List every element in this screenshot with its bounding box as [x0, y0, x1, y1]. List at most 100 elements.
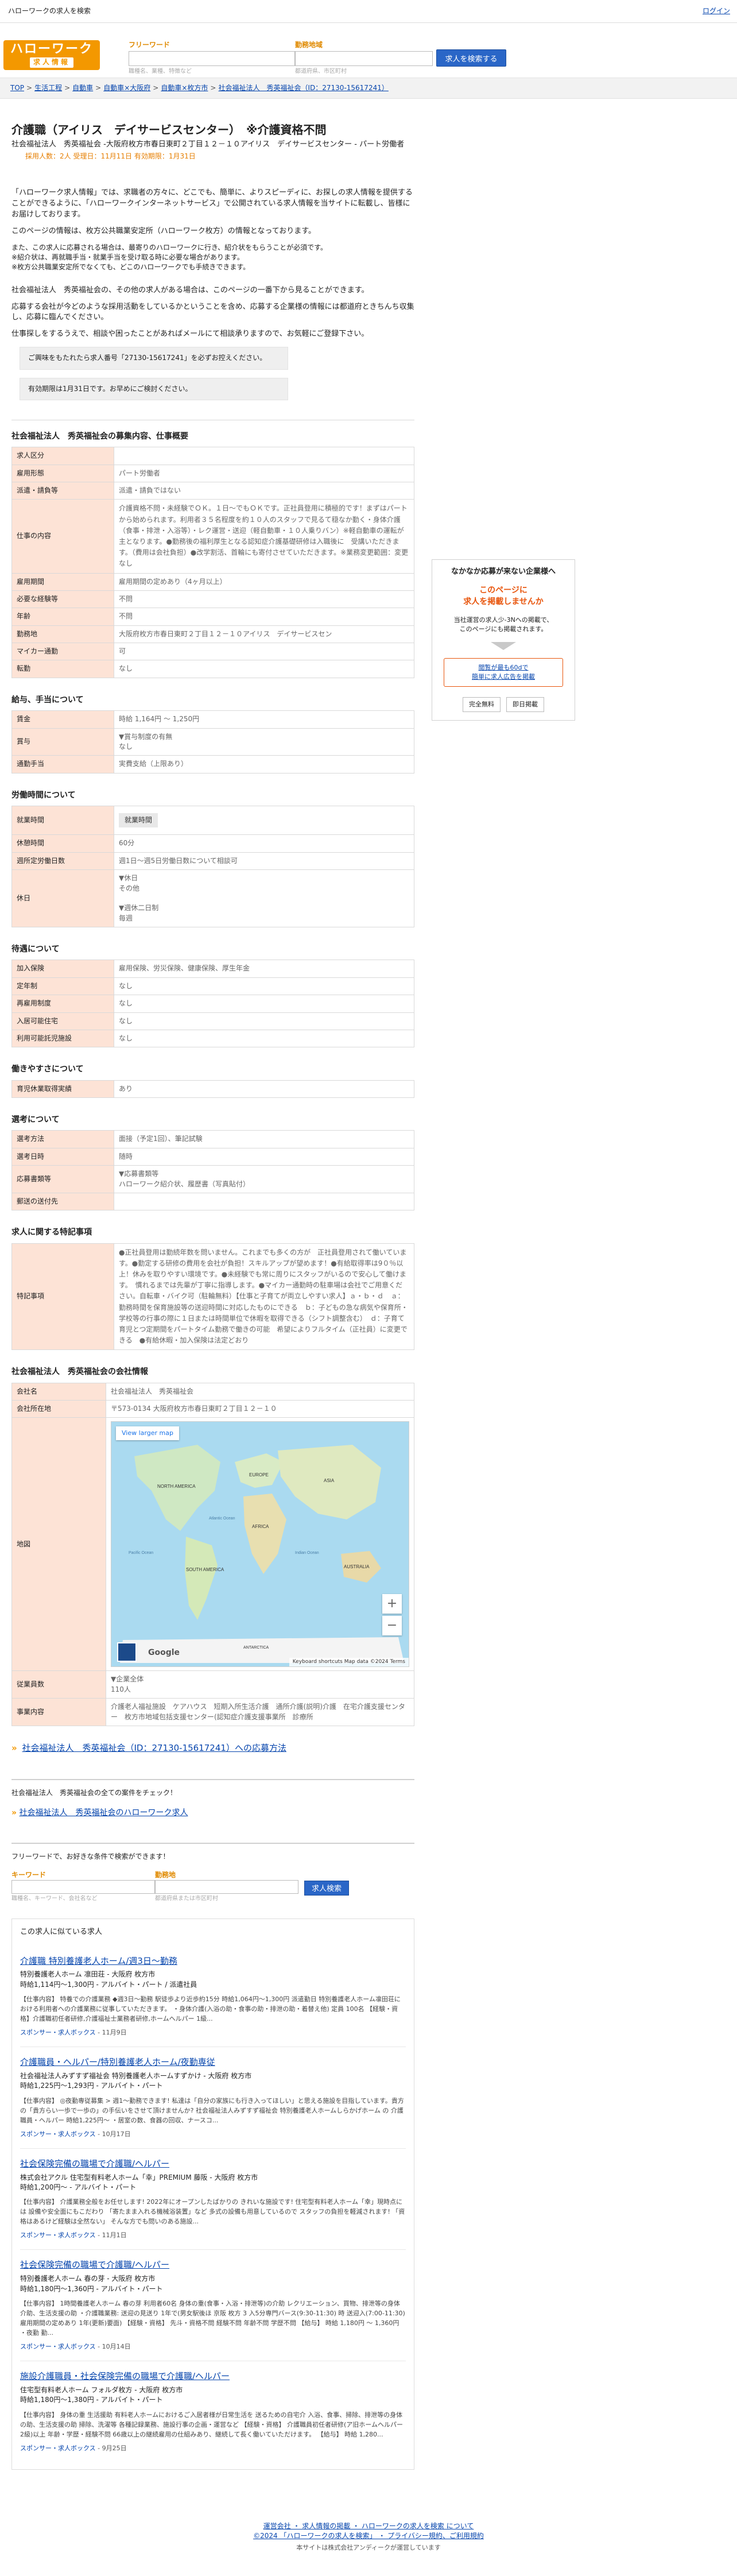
notice-block: 「ハローワーク求人情報」では、求職者の方々に、どこでも、簡単に、よりスピーディに…: [11, 188, 414, 400]
footer-copy[interactable]: ©2024 「ハローワークの求人を検索」 ・ プライバシー規約、ご利用規約: [253, 2532, 484, 2540]
company-map[interactable]: NORTH AMERICA EUROPE ASIA AFRICA SOUTH A…: [111, 1421, 409, 1668]
advertise-text: 当社運営の求人少-3Nへの掲載で、 このページにも掲載されます。: [453, 616, 553, 633]
footer-links[interactable]: 運営会社 ・ 求人情報の掲載 ・ ハローワークの求人を検索 について: [263, 2522, 474, 2530]
keyword-hint: 職種名、業種、特徴など: [129, 68, 192, 75]
sponsor-link[interactable]: 求人ボックス: [58, 2445, 96, 2452]
keyword-input[interactable]: [129, 51, 295, 67]
row-value: 就業時間: [114, 806, 414, 836]
similar-job-sponsor: スポンサー・求人ボックス - 10月17日: [20, 2130, 131, 2138]
row-value: ▼応募書類等 ハローワーク紹介状、履歴書（写真貼付）: [114, 1165, 414, 1193]
bottom-area-input[interactable]: [155, 1880, 298, 1894]
notice-p1: 「ハローワーク求人情報」では、求職者の方々に、どこでも、簡単に、よりスピーディに…: [11, 188, 413, 219]
svg-text:Atlantic Ocean: Atlantic Ocean: [209, 1517, 235, 1521]
row-value: なし: [114, 1012, 414, 1031]
sponsor-link[interactable]: 求人ボックス: [58, 2343, 96, 2350]
table-row: 応募書類等 ▼応募書類等 ハローワーク紹介状、履歴書（写真貼付）: [11, 1165, 414, 1193]
breadcrumb-item[interactable]: 社会福祉法人 秀英福祉会（ID：27130-15617241）: [218, 83, 388, 93]
breadcrumb-item[interactable]: TOP: [10, 83, 24, 93]
header-search-button[interactable]: 求人を検索する: [436, 49, 506, 67]
table-row: 仕事の内容 介護資格不問・未経験でＯＫ。１日～でもＯＫです。正社員登用に積極的です…: [11, 499, 414, 574]
keyword-label: フリーワード: [129, 41, 170, 49]
hire-count: 採用人数：2人: [25, 152, 71, 160]
sidebar: なかなか応募が来ない企業様へ このページに 求人を掲載しませんか 当社運営の求人…: [432, 559, 575, 2470]
bottom-search-caption: フリーワードで、お好きな条件で検索ができます！: [11, 1852, 170, 1861]
login-link[interactable]: ログイン: [703, 6, 730, 16]
similar-job-salary: 時給1,180円〜1,380円 - アルバイト・パート: [20, 2396, 163, 2404]
breadcrumb-item[interactable]: 自動車×大阪府: [103, 83, 150, 93]
similar-job-title[interactable]: 介護職 特別養護老人ホーム/週3日〜勤務: [20, 1955, 406, 1968]
apply-method-text[interactable]: 社会福祉法人 秀英福祉会（ID：27130-15617241）への応募方法: [22, 1743, 286, 1753]
view-larger-map-link[interactable]: View larger map: [116, 1426, 179, 1441]
sponsor-link[interactable]: 求人ボックス: [58, 2029, 96, 2036]
bottom-area-label: 勤務地: [155, 1870, 176, 1879]
breadcrumb-separator: >: [95, 83, 102, 92]
similar-job-card: 介護職 特別養護老人ホーム/週3日〜勤務特別養護老人ホーム 凛田荘 - 大阪府 …: [20, 1955, 406, 2048]
similar-job-salary: 時給1,180円〜1,360円 - アルバイト・パート: [20, 2284, 163, 2293]
table-row: 休憩時間 60分: [11, 834, 414, 853]
similar-job-title[interactable]: 施設介護職員・社会保険完備の職場で介護職/ヘルパー: [20, 2370, 406, 2383]
map-footer: Keyboard shortcuts Map data ©2024 Terms: [289, 1658, 409, 1667]
company-jobs-box: 社会福祉法人 秀英福祉会の全ての案件をチェック！ » 社会福祉法人 秀英福祉会の…: [11, 1778, 414, 1819]
apply-method-link[interactable]: » 社会福祉法人 秀英福祉会（ID：27130-15617241）への応募方法: [11, 1742, 414, 1755]
similar-job-title[interactable]: 社会保険完備の職場で介護職/ヘルパー: [20, 2158, 406, 2171]
map-layer-thumbnail[interactable]: [117, 1642, 137, 1662]
row-value: 社会福祉法人 秀英福祉会: [106, 1382, 414, 1401]
table-row: 賃金 時給 1,164円 〜 1,250円: [11, 710, 414, 729]
area-input[interactable]: [295, 51, 433, 67]
bottom-search-button[interactable]: 求人検索: [304, 1880, 349, 1896]
chevron-right-icon: »: [11, 1808, 17, 1818]
footer-operator: 本サイトは株式会社アンディークが運営しています: [296, 2544, 441, 2552]
similar-job-salary: 時給1,114円〜1,300円 - アルバイト・パート / 派遣社員: [20, 1980, 197, 1989]
pay-table: 賃金 時給 1,164円 〜 1,250円 賞与 ▼賞与制度の有無 なし 通勤手当 実費支…: [11, 710, 414, 773]
sponsor-link[interactable]: 求人ボックス: [58, 2231, 96, 2239]
area-label: 勤務地域: [295, 41, 323, 49]
svg-text:Indian Ocean: Indian Ocean: [295, 1551, 319, 1555]
similar-job-title[interactable]: 介護職員・ヘルパー/特別養護老人ホーム/夜勤専従: [20, 2056, 406, 2069]
row-label: 再雇用制度: [11, 995, 114, 1013]
row-label: 従業員数: [11, 1670, 106, 1699]
row-value: 不問: [114, 608, 414, 626]
site-logo[interactable]: ハローワーク 求人情報: [3, 40, 100, 70]
map-land: [243, 1494, 286, 1575]
table-row: 年齢 不問: [11, 608, 414, 626]
job-number-notice: ご興味をもたれたら求人番号「27130-15617241」を必ずお控えください。: [20, 347, 288, 370]
breadcrumb-item[interactable]: 自動車: [72, 83, 93, 93]
row-value: パート労働者: [114, 464, 414, 483]
row-value: 面接（予定1回）、筆記試験: [114, 1130, 414, 1148]
bottom-keyword-label: キーワード: [11, 1870, 46, 1879]
sponsor-link[interactable]: 求人ボックス: [58, 2130, 96, 2138]
zoom-out-button[interactable]: −: [382, 1616, 402, 1636]
breadcrumb-separator: >: [64, 83, 71, 92]
table-row: 通勤手当 実費支給（上限あり）: [11, 755, 414, 773]
table-row: 休日 ▼休日 その他 ▼週休二日制 毎週: [11, 869, 414, 928]
row-value: なし: [114, 1030, 414, 1048]
similar-job-company: 特別養護老人ホーム 凛田荘 - 大阪府 枚方市: [20, 1970, 156, 1979]
table-row: 求人区分: [11, 447, 414, 465]
row-value: 雇用期間の定めあり（4ヶ月以上）: [114, 573, 414, 591]
row-value: 時給 1,164円 〜 1,250円: [114, 710, 414, 729]
special-table: 特記事項 ●正社員登用は勤続年数を問いません。これまでも多くの方が 正社員登用され…: [11, 1243, 414, 1351]
zoom-in-button[interactable]: +: [382, 1594, 402, 1614]
company-jobs-link[interactable]: » 社会福祉法人 秀英福祉会のハローワーク求人: [11, 1807, 414, 1819]
row-label: 年齢: [11, 608, 114, 626]
row-label: 選考日時: [11, 1147, 114, 1166]
row-label: 賞与: [11, 728, 114, 756]
bottom-keyword-input[interactable]: [11, 1880, 155, 1894]
overview-table: 求人区分 雇用形態 パート労働者 派遣・請負等 派遣・請負ではない 仕事の内容 介護資格不問…: [11, 447, 414, 678]
breadcrumb-item[interactable]: 生活工程: [34, 83, 62, 93]
company-jobs-link-text[interactable]: 社会福祉法人 秀英福祉会のハローワーク求人: [20, 1808, 188, 1817]
breadcrumb-item[interactable]: 自動車×枚方市: [161, 83, 208, 93]
similar-job-sponsor: スポンサー・求人ボックス - 11月1日: [20, 2231, 127, 2240]
benefit-table: 加入保険 雇用保険、労災保険、健康保険、厚生年金 定年制 なし 再雇用制度 なし 入居可能住…: [11, 960, 414, 1048]
work-table: 就業時間 就業時間 休憩時間 60分 週所定労働日数 週1日〜週5日労働日数について相談可…: [11, 806, 414, 928]
row-value: なし: [114, 660, 414, 678]
advertise-cta-link[interactable]: 閲覧が最も60dで 簡単に求人広告を掲載: [444, 658, 563, 687]
row-label: 会社所在地: [11, 1400, 106, 1418]
row-label: 通勤手当: [11, 755, 114, 773]
section-title: 社会福祉法人 秀英福祉会の募集内容、仕事概要: [11, 419, 414, 442]
similar-job-title[interactable]: 社会保険完備の職場で介護職/ヘルパー: [20, 2259, 406, 2272]
same-day-badge: 即日掲載: [506, 697, 544, 713]
svg-text:SOUTH AMERICA: SOUTH AMERICA: [186, 1567, 224, 1572]
row-value: 随時: [114, 1147, 414, 1166]
row-label: 会社名: [11, 1382, 106, 1401]
